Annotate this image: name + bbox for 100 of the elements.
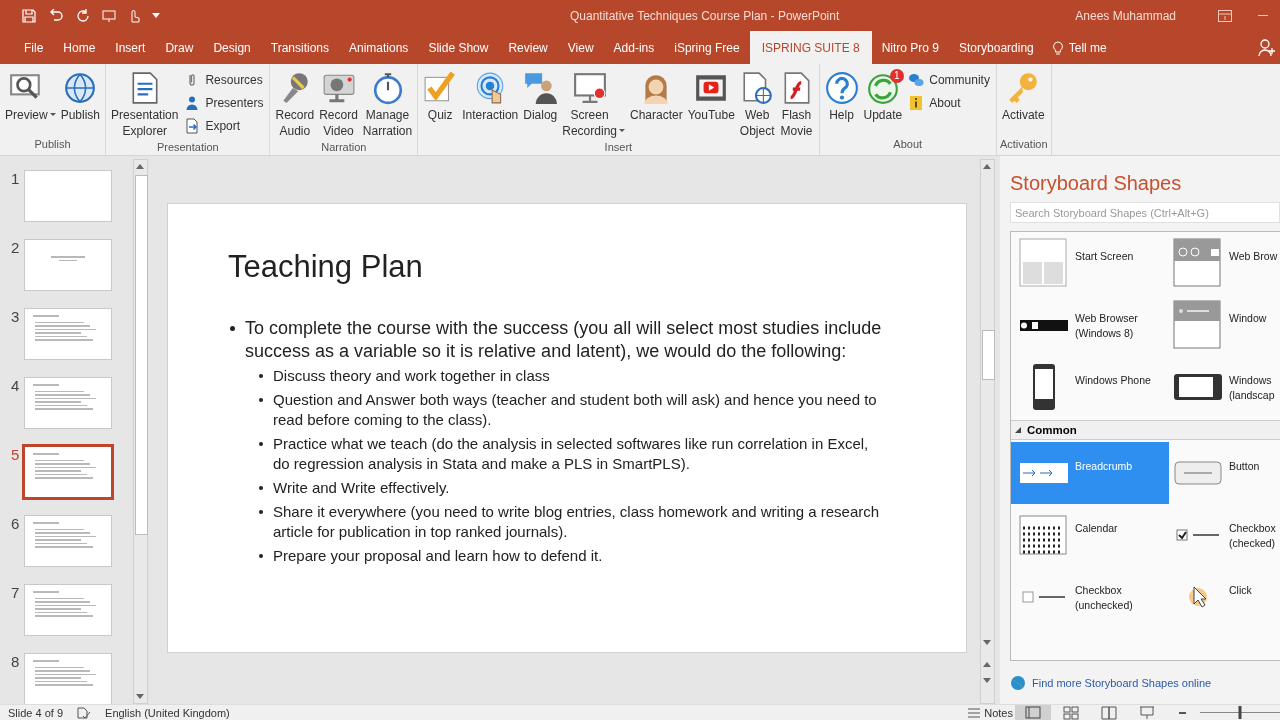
ribbon-display-icon[interactable] <box>1218 9 1232 22</box>
ribbon-tab[interactable]: Review <box>498 31 558 64</box>
shape-item[interactable]: Start Screen <box>1011 232 1169 294</box>
slide-number: 3 <box>10 308 21 327</box>
slide-count: Slide 4 of 9 <box>8 706 64 719</box>
slide-thumbnail[interactable] <box>24 653 112 704</box>
ribbon-button[interactable]: Character <box>628 67 685 141</box>
share-person-icon[interactable] <box>1258 39 1276 57</box>
ribbon-button[interactable]: Manage Narration <box>360 67 415 141</box>
group-label: Narration <box>320 141 368 155</box>
slide-thumbnail[interactable] <box>24 377 112 429</box>
notes-button[interactable]: Notes <box>984 706 1013 719</box>
ribbon-button[interactable]: Resources <box>181 69 267 91</box>
ribbon-button[interactable]: Flash Movie <box>777 67 816 141</box>
scrollbar[interactable] <box>133 159 148 704</box>
shape-item[interactable]: Button <box>1169 442 1280 504</box>
bullet-text: Discuss theory and work together in class <box>273 366 550 386</box>
shape-item[interactable]: Click <box>1169 566 1280 628</box>
slide-title: Teaching Plan <box>228 249 424 285</box>
slide-thumbnail[interactable] <box>24 515 112 567</box>
monitor-icon <box>572 71 607 105</box>
shape-item[interactable]: Checkbox (unchecked) <box>1011 566 1169 628</box>
bullet-text: Question and Answer both ways (teacher and student both will ask) and hence you need to read before coming to the class). <box>273 390 878 430</box>
ribbon-button[interactable]: Web Object <box>737 67 777 141</box>
slide-number: 2 <box>10 239 21 258</box>
ribbon-tab[interactable]: Add-ins <box>603 31 665 64</box>
ribbon-tab[interactable]: Storyboarding <box>949 31 1044 64</box>
bullet-text: Prepare your proposal and learn how to defend it. <box>273 546 603 566</box>
slide-thumbnail[interactable] <box>24 239 112 291</box>
normal-view-icon[interactable] <box>1015 705 1051 720</box>
ribbon-button[interactable]: Help <box>822 67 861 138</box>
shape-item[interactable]: Web Browser (Windows 8) <box>1011 294 1169 356</box>
spelling-check-icon[interactable] <box>77 706 92 719</box>
redo-icon[interactable] <box>76 8 90 23</box>
zoom-slider[interactable] <box>1200 706 1280 719</box>
user-name[interactable]: Anees Muhammad <box>1075 8 1176 23</box>
online-shapes-link[interactable]: Find more Storyboard Shapes online <box>1032 677 1212 689</box>
ribbon-tab[interactable]: Slide Show <box>418 31 499 64</box>
shape-item[interactable]: Checkbox (checked) <box>1169 504 1280 566</box>
slide-thumbnail[interactable] <box>22 444 114 500</box>
scrollbar[interactable] <box>980 159 995 704</box>
ribbon-tab[interactable]: Design <box>203 31 261 64</box>
slide-thumbnail[interactable] <box>24 308 112 360</box>
ribbon-button[interactable]: Presentation Explorer <box>109 67 181 141</box>
slide-thumbnail[interactable] <box>24 584 112 636</box>
minimize-icon[interactable] <box>1258 14 1268 17</box>
ribbon-tab[interactable]: Insert <box>105 31 156 64</box>
customize-caret-icon[interactable] <box>152 12 160 19</box>
ribbon-tab[interactable]: iSpring Free <box>664 31 750 64</box>
ribbon-button[interactable]: YouTube <box>685 67 737 141</box>
save-icon[interactable] <box>22 8 36 23</box>
ribbon-button[interactable]: Record Audio <box>273 67 317 141</box>
undo-icon[interactable] <box>48 8 64 23</box>
zoom-thumb[interactable] <box>1238 706 1242 719</box>
bullet-text: Practice what we teach (do the analysis in selected softwares like run correlation in Excel, do regression analysis in Stata and make a PLS in SmartPLS). <box>273 434 870 474</box>
ribbon-button[interactable]: Activate <box>999 67 1047 138</box>
shape-item[interactable]: Calendar <box>1011 504 1169 566</box>
ribbon-tab[interactable]: Transitions <box>260 31 339 64</box>
ribbon-button[interactable]: About <box>905 92 993 114</box>
tell-me-button[interactable]: Tell me <box>1063 31 1117 64</box>
phone-icon <box>1033 364 1055 410</box>
shape-item[interactable]: Web Brow <box>1169 232 1280 294</box>
ribbon-button[interactable]: Preview <box>3 67 58 138</box>
ribbon-tab[interactable]: ISPRING SUITE 8 <box>749 31 872 64</box>
ribbon-tab[interactable]: Draw <box>155 31 204 64</box>
ribbon-tab[interactable]: View <box>557 31 604 64</box>
language[interactable]: English (United Kingdom) <box>105 706 230 719</box>
ribbon-button[interactable]: 1 Update <box>861 67 905 138</box>
search-field[interactable]: Search Storyboard Shapes (Ctrl+Alt+G) <box>1010 202 1280 223</box>
panel-title: Storyboard Shapes <box>1010 172 1183 196</box>
ribbon-button[interactable]: Screen Recording <box>560 67 627 141</box>
button-shape-icon <box>1174 461 1222 485</box>
ribbon-tab[interactable]: Home <box>53 31 106 64</box>
shape-item[interactable]: Window <box>1169 294 1280 356</box>
notes-icon[interactable] <box>968 707 981 718</box>
lightbulb-icon[interactable] <box>1051 40 1064 55</box>
group-label: Activation <box>999 138 1048 152</box>
zoom-out-icon[interactable] <box>1179 711 1186 714</box>
shape-item[interactable]: Windows (landscap <box>1169 356 1280 418</box>
ribbon-button[interactable]: Export <box>181 115 267 137</box>
browser-icon <box>1173 238 1223 288</box>
ribbon-tab[interactable]: Animations <box>339 31 419 64</box>
slide-number: 5 <box>10 446 21 465</box>
ribbon-button[interactable]: Presenters <box>181 92 267 114</box>
presenter-icon[interactable] <box>102 8 116 23</box>
ribbon-button[interactable]: Dialog <box>521 67 560 141</box>
shape-item[interactable]: Windows Phone <box>1011 356 1169 418</box>
ribbon-button[interactable]: Interaction <box>460 67 521 141</box>
ribbon-button[interactable]: Community <box>905 69 993 91</box>
ribbon-button[interactable]: Quiz <box>421 67 460 141</box>
slide-thumbnail[interactable] <box>24 170 112 222</box>
window-title: Quantitative Techniques Course Plan - PowerPoint <box>569 8 841 23</box>
ribbon-tab[interactable]: Nitro Pro 9 <box>871 31 950 64</box>
group-label: Insert <box>603 141 634 155</box>
ribbon-button[interactable]: Record Video <box>317 67 360 141</box>
slide-number: 7 <box>10 584 21 603</box>
section-header[interactable]: Common <box>1011 420 1280 440</box>
ribbon-button[interactable]: Publish <box>58 67 103 138</box>
globe-icon <box>63 71 98 105</box>
ribbon-tab[interactable]: File <box>14 31 54 64</box>
